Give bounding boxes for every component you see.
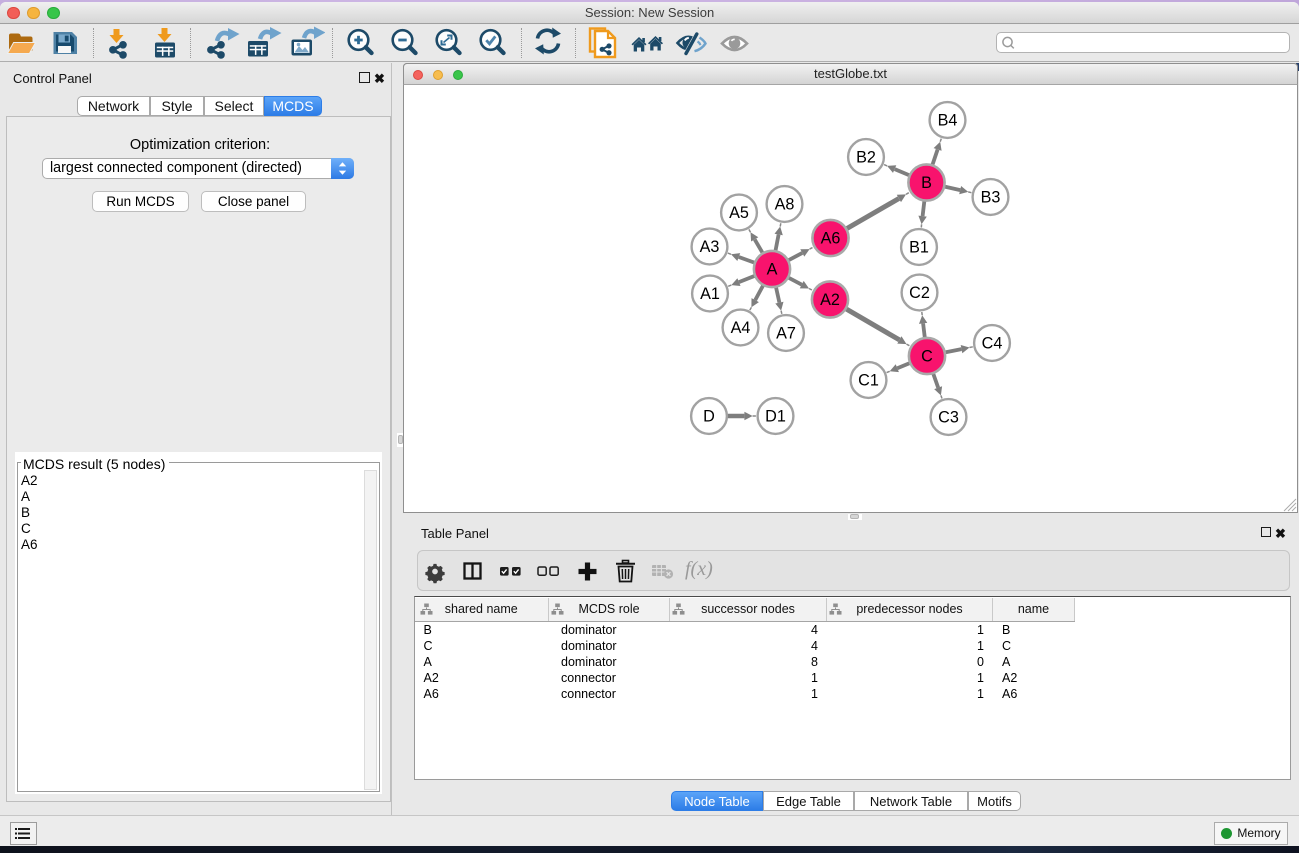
svg-text:C3: C3 [938, 409, 959, 427]
svg-text:A: A [767, 261, 778, 279]
svg-text:A6: A6 [821, 230, 841, 248]
svg-text:B3: B3 [981, 189, 1001, 207]
svg-text:B4: B4 [938, 112, 958, 130]
svg-text:C: C [921, 348, 933, 366]
svg-text:B2: B2 [856, 149, 876, 167]
svg-text:A1: A1 [700, 285, 720, 303]
svg-text:A2: A2 [820, 291, 840, 309]
svg-text:C1: C1 [858, 372, 879, 390]
svg-text:C4: C4 [982, 335, 1003, 353]
svg-text:A4: A4 [731, 319, 751, 337]
svg-text:D: D [703, 408, 715, 426]
svg-text:A5: A5 [729, 204, 749, 222]
svg-text:A7: A7 [776, 325, 796, 343]
svg-text:A8: A8 [775, 196, 795, 214]
svg-text:D1: D1 [765, 408, 786, 426]
svg-text:A3: A3 [700, 238, 720, 256]
svg-text:B: B [921, 174, 932, 192]
svg-text:B1: B1 [909, 239, 929, 257]
svg-text:C2: C2 [909, 284, 930, 302]
